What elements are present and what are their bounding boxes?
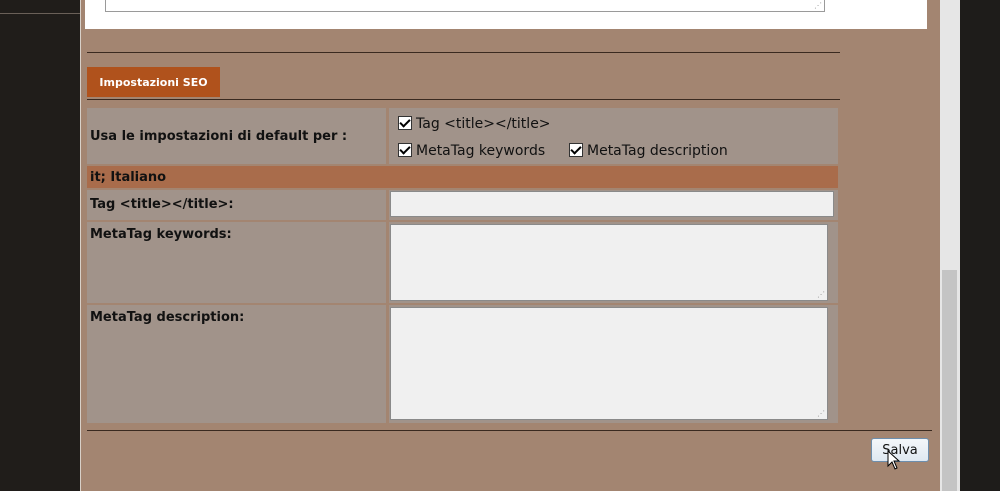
right-background	[960, 0, 1000, 491]
mouse-pointer-icon	[887, 450, 901, 470]
keywords-textarea[interactable]: ⋰	[390, 224, 828, 301]
keywords-field-label: MetaTag keywords:	[87, 222, 386, 303]
language-header: it; Italiano	[87, 166, 838, 188]
resize-grip-icon[interactable]: ⋰	[817, 410, 825, 418]
default-keywords-label: MetaTag keywords	[416, 143, 546, 159]
default-description-label: MetaTag description	[587, 143, 728, 159]
defaults-label: Usa le impostazioni di default per :	[87, 108, 386, 164]
default-description-checkbox[interactable]	[569, 143, 583, 157]
settings-panel: ⋰ Impostazioni SEO Usa le impostazioni d…	[80, 0, 941, 491]
scrollbar-thumb[interactable]	[942, 270, 957, 491]
default-keywords-checkbox[interactable]	[398, 143, 412, 157]
seo-settings-tab[interactable]: Impostazioni SEO	[87, 67, 220, 97]
footer-divider	[87, 430, 932, 431]
left-background	[0, 0, 80, 491]
resize-grip-icon[interactable]: ⋰	[817, 291, 825, 299]
vertical-scrollbar[interactable]	[940, 0, 960, 491]
left-divider	[0, 13, 80, 14]
resize-grip-icon[interactable]: ⋰	[814, 2, 822, 10]
title-field-label: Tag <title></title>:	[87, 190, 386, 220]
description-field-cell: ⋰	[389, 305, 838, 423]
description-field-label: MetaTag description:	[87, 305, 386, 423]
top-textarea[interactable]: ⋰	[105, 0, 825, 12]
title-input[interactable]	[390, 191, 834, 217]
description-textarea[interactable]: ⋰	[390, 307, 828, 420]
top-content-panel: ⋰	[85, 0, 927, 29]
section-divider	[87, 52, 840, 53]
defaults-options: Tag <title></title> MetaTag keywords Met…	[389, 108, 838, 164]
default-title-label: Tag <title></title>	[416, 116, 551, 132]
title-field-cell	[389, 190, 838, 220]
keywords-field-cell: ⋰	[389, 222, 838, 303]
tab-underline	[87, 99, 840, 100]
default-title-checkbox[interactable]	[398, 116, 412, 130]
